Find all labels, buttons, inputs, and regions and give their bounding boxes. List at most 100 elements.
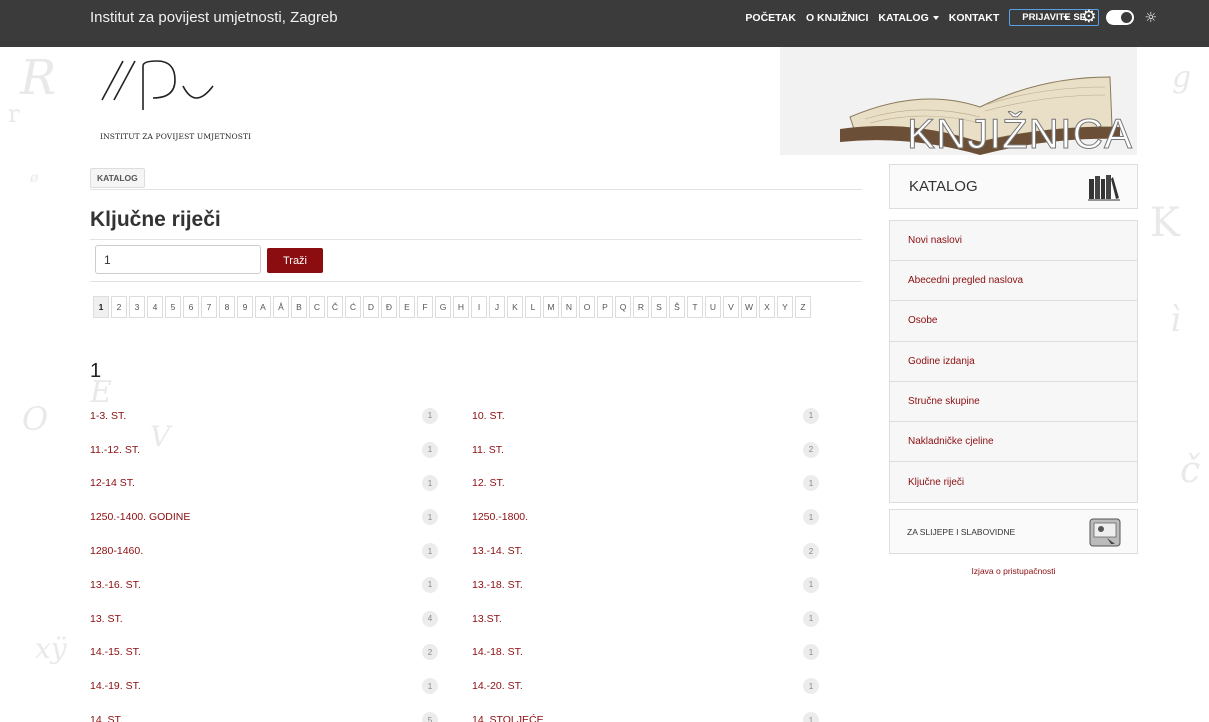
alphabet-letter[interactable]: S — [651, 296, 667, 318]
sidebar-item-godine-izdanja[interactable]: Godine izdanja — [890, 341, 1137, 382]
alphabet-letter[interactable]: E — [399, 296, 415, 318]
alphabet-letter[interactable]: D — [363, 296, 379, 318]
alphabet-letter[interactable]: Č — [327, 296, 343, 318]
nav-pocetak[interactable]: POČETAK — [745, 12, 796, 24]
alphabet-letter[interactable]: Đ — [381, 296, 397, 318]
sidebar-item-abecedni-pregled[interactable]: Abecedni pregled naslova — [890, 261, 1137, 302]
alphabet-filter: 123456789AÅBCČĆDĐEFGHIJKLMNOPQRSŠTUVWXYZ — [93, 296, 863, 318]
search-button[interactable]: Traži — [267, 248, 323, 273]
alphabet-letter[interactable]: 1 — [93, 296, 109, 318]
alphabet-letter[interactable]: Ć — [345, 296, 361, 318]
accessibility-statement-link[interactable]: Izjava o pristupačnosti — [889, 566, 1138, 576]
sidebar-menu: Novi naslovi Abecedni pregled naslova Os… — [889, 220, 1138, 504]
keyword-link[interactable]: 1250.-1800. — [472, 511, 528, 523]
alphabet-letter[interactable]: M — [543, 296, 559, 318]
page-title: Ključne riječi — [90, 208, 221, 231]
alphabet-letter[interactable]: 7 — [201, 296, 217, 318]
alphabet-letter[interactable]: C — [309, 296, 325, 318]
keyword-link[interactable]: 10. ST. — [472, 410, 505, 422]
sidebar-item-strucne-skupine[interactable]: Stručne skupine — [890, 381, 1137, 422]
alphabet-letter[interactable]: U — [705, 296, 721, 318]
accessibility-button[interactable]: ZA SLIJEPE I SLABOVIDNE — [889, 509, 1138, 554]
keyword-link[interactable]: 14. STOLJEĆE — [472, 714, 544, 722]
keyword-link[interactable]: 14.-18. ST. — [472, 646, 523, 658]
alphabet-letter[interactable]: O — [579, 296, 595, 318]
keyword-link[interactable]: 13. ST. — [90, 613, 123, 625]
gear-icon[interactable]: ⚙ — [1081, 9, 1096, 26]
keyword-item: 14. STOLJEĆE 1 — [470, 712, 850, 722]
site-brand[interactable]: Institut za povijest umjetnosti, Zagreb — [90, 0, 338, 47]
alphabet-letter[interactable]: N — [561, 296, 577, 318]
sidebar-item-novi-naslovi[interactable]: Novi naslovi — [890, 221, 1137, 262]
breadcrumb-katalog[interactable]: KATALOG — [90, 168, 145, 188]
sidebar-item-kljucne-rijeci[interactable]: Ključne riječi — [890, 462, 1137, 503]
alphabet-letter[interactable]: 4 — [147, 296, 163, 318]
keyword-link[interactable]: 13.-18. ST. — [472, 579, 523, 591]
keyword-link[interactable]: 14.-20. ST. — [472, 680, 523, 692]
books-icon — [1088, 175, 1120, 201]
keyword-link[interactable]: 13.ST. — [472, 613, 502, 625]
keyword-link[interactable]: 1250.-1400. GODINE — [90, 511, 190, 523]
alphabet-letter[interactable]: 2 — [111, 296, 127, 318]
keyword-count-badge: 5 — [422, 712, 438, 722]
keyword-link[interactable]: 13.-14. ST. — [472, 545, 523, 557]
keyword-row: 13.-16. ST. 1 13.-18. ST. 1 — [90, 568, 850, 602]
keyword-item: 13. ST. 4 — [90, 610, 470, 627]
alphabet-letter[interactable]: A — [255, 296, 271, 318]
keyword-count-badge: 2 — [803, 543, 819, 560]
alphabet-letter[interactable]: Y — [777, 296, 793, 318]
nav-o-knjiznici[interactable]: O KNJIŽNICI — [806, 12, 868, 24]
keyword-link[interactable]: 11.-12. ST. — [90, 444, 140, 456]
keyword-link[interactable]: 12. ST. — [472, 477, 505, 489]
alphabet-letter[interactable]: P — [597, 296, 613, 318]
alphabet-letter[interactable]: H — [453, 296, 469, 318]
alphabet-letter[interactable]: B — [291, 296, 307, 318]
keyword-item: 12-14 ST. 1 — [90, 475, 470, 492]
keyword-search-input[interactable] — [95, 245, 261, 274]
alphabet-letter[interactable]: Š — [669, 296, 685, 318]
alphabet-letter[interactable]: I — [471, 296, 487, 318]
alphabet-letter[interactable]: L — [525, 296, 541, 318]
sidebar-item-nakladnicke-cjeline[interactable]: Nakladničke cjeline — [890, 421, 1137, 463]
keyword-link[interactable]: 14.-15. ST. — [90, 646, 141, 658]
sidebar-item-osobe[interactable]: Osobe — [890, 301, 1137, 342]
keyword-link[interactable]: 13.-16. ST. — [90, 579, 141, 591]
keyword-link[interactable]: 14.-19. ST. — [90, 680, 141, 692]
alphabet-letter[interactable]: G — [435, 296, 451, 318]
alphabet-letter[interactable]: W — [741, 296, 757, 318]
chevron-down-icon[interactable] — [1063, 15, 1070, 20]
keyword-link[interactable]: 12-14 ST. — [90, 477, 135, 489]
keyword-count-badge: 2 — [803, 441, 819, 458]
alphabet-letter[interactable]: T — [687, 296, 703, 318]
alphabet-letter[interactable]: 3 — [129, 296, 145, 318]
keyword-count-badge: 1 — [422, 576, 438, 593]
keyword-link[interactable]: 1-3. ST. — [90, 410, 126, 422]
banner-title: KNJIŽNICA — [906, 110, 1133, 158]
alphabet-letter[interactable]: 5 — [165, 296, 181, 318]
keyword-link[interactable]: 14. ST. — [90, 714, 123, 722]
alphabet-letter[interactable]: Å — [273, 296, 289, 318]
keyword-row: 14.-19. ST. 1 14.-20. ST. 1 — [90, 669, 850, 703]
nav-kontakt[interactable]: KONTAKT — [949, 12, 1000, 24]
keyword-row: 11.-12. ST. 1 11. ST. 2 — [90, 433, 850, 467]
nav-katalog-dropdown[interactable]: KATALOG — [878, 12, 939, 24]
alphabet-letter[interactable]: X — [759, 296, 775, 318]
alphabet-letter[interactable]: R — [633, 296, 649, 318]
alphabet-letter[interactable]: V — [723, 296, 739, 318]
keyword-link[interactable]: 11. ST. — [472, 444, 504, 456]
alphabet-letter[interactable]: Z — [795, 296, 811, 318]
alphabet-letter[interactable]: K — [507, 296, 523, 318]
alphabet-letter[interactable]: F — [417, 296, 433, 318]
alphabet-letter[interactable]: 8 — [219, 296, 235, 318]
keyword-item: 13.ST. 1 — [470, 610, 850, 627]
alphabet-letter[interactable]: 6 — [183, 296, 199, 318]
alphabet-letter[interactable]: 9 — [237, 296, 253, 318]
keyword-item: 14. ST. 5 — [90, 712, 470, 722]
keyword-link[interactable]: 1280-1460. — [90, 545, 143, 557]
keyword-list: 1-3. ST. 1 10. ST. 1 11.-12. ST. 1 11. ST. 2 12-… — [90, 399, 850, 722]
theme-toggle[interactable] — [1106, 10, 1135, 25]
alphabet-letter[interactable]: J — [489, 296, 505, 318]
keyword-item: 14.-18. ST. 1 — [470, 644, 850, 661]
accessibility-label: ZA SLIJEPE I SLABOVIDNE — [907, 527, 1016, 537]
alphabet-letter[interactable]: Q — [615, 296, 631, 318]
